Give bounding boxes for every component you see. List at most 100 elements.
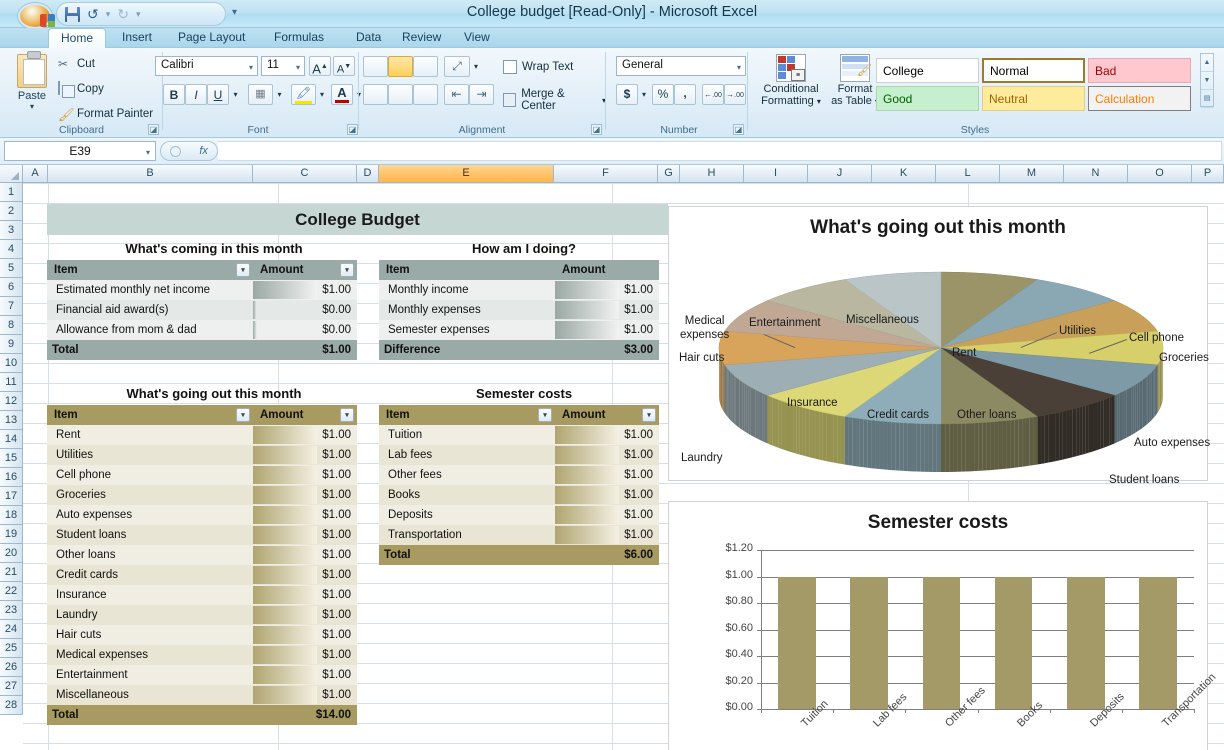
styles-gallery-more-icon[interactable]: ▤ (1201, 90, 1213, 108)
table-row[interactable]: Cell phone$1.00 (47, 465, 357, 485)
column-header-C[interactable]: C (253, 165, 357, 183)
row-header-14[interactable]: 14 (0, 430, 23, 449)
align-center-button[interactable] (388, 84, 413, 105)
column-header-P[interactable]: P (1192, 165, 1224, 183)
cell-style-bad[interactable]: Bad (1088, 58, 1191, 83)
cell-style-calculation[interactable]: Calculation (1088, 86, 1191, 111)
table-row[interactable]: Deposits$1.00 (379, 505, 659, 525)
table-row[interactable]: Monthly expenses$1.00 (379, 300, 659, 320)
fill-color-dropdown-icon[interactable]: ▾ (316, 84, 328, 105)
column-header-N[interactable]: N (1064, 165, 1128, 183)
table-row[interactable]: Transportation$1.00 (379, 525, 659, 545)
cell-item[interactable]: Cell phone (47, 465, 253, 485)
align-middle-button[interactable] (388, 56, 413, 77)
underline-button[interactable]: U (207, 84, 229, 105)
column-header-H[interactable]: H (680, 165, 744, 183)
cell-amount[interactable]: $1.00 (253, 525, 357, 545)
row-header-22[interactable]: 22 (0, 582, 23, 601)
cell-amount[interactable]: $1.00 (253, 280, 357, 300)
italic-button[interactable]: I (185, 84, 207, 105)
row-header-16[interactable]: 16 (0, 468, 23, 487)
cut-button[interactable]: ✂ Cut (58, 57, 95, 71)
tab-insert[interactable]: Insert (110, 28, 164, 48)
row-header-1[interactable]: 1 (0, 183, 23, 202)
cell-item[interactable]: Laundry (47, 605, 253, 625)
table-row[interactable]: Credit cards$1.00 (47, 565, 357, 585)
table-row[interactable]: Financial aid award(s)$0.00 (47, 300, 357, 320)
table-row[interactable]: Medical expenses$1.00 (47, 645, 357, 665)
clipboard-dialog-launcher[interactable]: ◪ (148, 124, 159, 135)
alignment-dialog-launcher[interactable]: ◪ (591, 124, 602, 135)
table-row[interactable]: Estimated monthly net income$1.00 (47, 280, 357, 300)
align-right-button[interactable] (413, 84, 438, 105)
row-header-28[interactable]: 28 (0, 696, 23, 715)
column-header-F[interactable]: F (554, 165, 658, 183)
row-header-5[interactable]: 5 (0, 259, 23, 278)
chevron-down-icon[interactable]: ▾ (296, 63, 300, 72)
row-header-25[interactable]: 25 (0, 639, 23, 658)
cell-amount[interactable]: $1.00 (555, 280, 659, 300)
paste-button[interactable]: Paste ▾ (8, 52, 56, 111)
row-header-24[interactable]: 24 (0, 620, 23, 639)
table-row[interactable]: Auto expenses$1.00 (47, 505, 357, 525)
wrap-text-button[interactable]: Wrap Text (503, 60, 573, 74)
cell-style-good[interactable]: Good (876, 86, 979, 111)
number-format-select[interactable]: General ▾ (616, 56, 746, 76)
cell-item[interactable]: Rent (47, 425, 253, 445)
styles-scroll-up-icon[interactable]: ▲ (1201, 54, 1213, 72)
table-row[interactable]: Student loans$1.00 (47, 525, 357, 545)
column-header-J[interactable]: J (808, 165, 872, 183)
formula-input[interactable] (218, 141, 1222, 161)
decrease-indent-button[interactable]: ⇤ (444, 84, 469, 105)
cell-item[interactable]: Deposits (379, 505, 555, 525)
chevron-down-icon[interactable]: ▾ (146, 148, 150, 157)
table-row[interactable]: Groceries$1.00 (47, 485, 357, 505)
table-row[interactable]: Rent$1.00 (47, 425, 357, 445)
column-header-G[interactable]: G (658, 165, 680, 183)
cell-amount[interactable]: $1.00 (555, 505, 659, 525)
tab-review[interactable]: Review (390, 28, 453, 48)
shrink-font-button[interactable]: A▼ (333, 56, 355, 76)
grow-font-button[interactable]: A▲ (309, 56, 331, 76)
table-row[interactable]: Laundry$1.00 (47, 605, 357, 625)
cell-amount[interactable]: $1.00 (253, 645, 357, 665)
cell-item[interactable]: Allowance from mom & dad (47, 320, 253, 340)
cell-amount[interactable]: $1.00 (253, 625, 357, 645)
cell-item[interactable]: Credit cards (47, 565, 253, 585)
format-painter-button[interactable]: 🖌 Format Painter (58, 107, 153, 121)
name-box[interactable]: E39 ▾ (4, 141, 156, 161)
cell-style-neutral[interactable]: Neutral (982, 86, 1085, 111)
row-header-17[interactable]: 17 (0, 487, 23, 506)
chevron-down-icon[interactable]: ▾ (249, 63, 253, 72)
row-header-18[interactable]: 18 (0, 506, 23, 525)
borders-button[interactable]: ▦ (248, 84, 273, 105)
table-row[interactable]: Entertainment$1.00 (47, 665, 357, 685)
cell-amount[interactable]: $1.00 (253, 665, 357, 685)
column-header-O[interactable]: O (1128, 165, 1192, 183)
cell-item[interactable]: Miscellaneous (47, 685, 253, 705)
cell-style-college[interactable]: College (876, 58, 979, 83)
paste-dropdown-icon[interactable]: ▾ (8, 102, 56, 111)
cell-item[interactable]: Semester expenses (379, 320, 555, 340)
tab-page-layout[interactable]: Page Layout (166, 28, 257, 48)
row-header-7[interactable]: 7 (0, 297, 23, 316)
row-header-15[interactable]: 15 (0, 449, 23, 468)
align-bottom-button[interactable] (413, 56, 438, 77)
bold-button[interactable]: B (163, 84, 185, 105)
cell-amount[interactable]: $1.00 (555, 320, 659, 340)
row-header-21[interactable]: 21 (0, 563, 23, 582)
cell-item[interactable]: Utilities (47, 445, 253, 465)
cell-item[interactable]: Transportation (379, 525, 555, 545)
orientation-dropdown-icon[interactable]: ▾ (470, 56, 482, 77)
conditional-formatting-dropdown-icon[interactable]: ▾ (817, 97, 821, 106)
filter-dropdown-icon[interactable]: ▾ (340, 408, 354, 422)
orientation-button[interactable]: ⤢ (444, 56, 470, 77)
cell-item[interactable]: Monthly income (379, 280, 555, 300)
table-row[interactable]: Hair cuts$1.00 (47, 625, 357, 645)
table-row[interactable]: Tuition$1.00 (379, 425, 659, 445)
cell-amount[interactable]: $1.00 (253, 465, 357, 485)
table-row[interactable]: Other fees$1.00 (379, 465, 659, 485)
cell-amount[interactable]: $1.00 (555, 465, 659, 485)
font-dialog-launcher[interactable]: ◪ (347, 124, 358, 135)
cell-item[interactable]: Entertainment (47, 665, 253, 685)
